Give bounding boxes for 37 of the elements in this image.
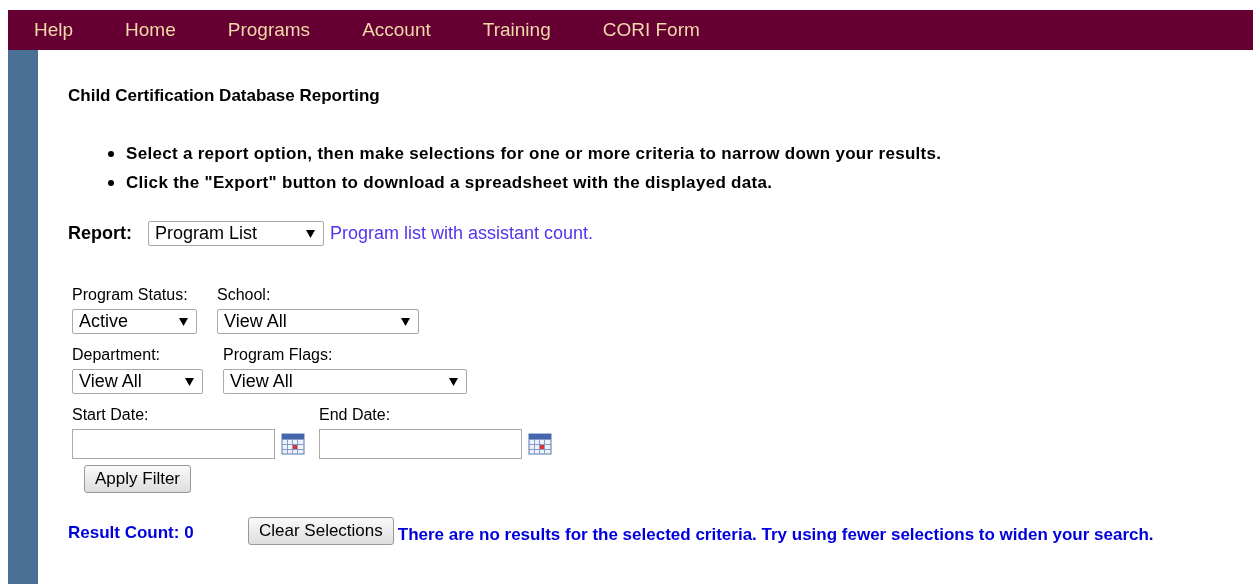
apply-filter-button[interactable]: Apply Filter [84, 465, 192, 493]
calendar-icon[interactable] [281, 433, 305, 455]
filter-label: Program Flags: [223, 346, 334, 364]
bullet-icon [108, 180, 114, 186]
nav-link[interactable]: Training [456, 19, 577, 41]
filter-label: School: [217, 286, 272, 304]
instruction-text: Select a report option, then make selections for one or more criteria to narrow down your results. [126, 144, 942, 164]
caret-icon [449, 377, 458, 386]
calendar-icon[interactable] [528, 433, 552, 455]
filter-label: Program Status: [72, 286, 189, 304]
nav-link[interactable]: CORI Form [576, 19, 726, 41]
page-title: Child Certification Database Reporting [68, 86, 381, 106]
no-results-message: There are no results for the selected criteria. Try using fewer selections to widen your search. [397, 524, 1155, 546]
date-field[interactable] [319, 429, 522, 459]
instruction-text: Click the "Export" button to download a spreadsheet with the displayed data. [126, 173, 773, 193]
caret-icon [306, 229, 315, 238]
caret-icon [401, 317, 410, 326]
filter-label: Department: [72, 346, 162, 364]
nav-link[interactable]: Help [8, 19, 100, 41]
report-description: Program list with assistant count. [330, 223, 594, 244]
report-label: Report: [68, 223, 132, 244]
caret-icon [179, 317, 188, 326]
result-count: Result Count: 0 [68, 523, 195, 543]
nav-link[interactable]: Programs [201, 19, 337, 41]
nav-link[interactable]: Account [336, 19, 457, 41]
filter-dropdown[interactable]: Active [72, 309, 197, 334]
report-dropdown[interactable]: Program List [148, 221, 324, 246]
date-label: Start Date: [72, 406, 150, 424]
caret-icon [185, 377, 194, 386]
date-field[interactable] [72, 429, 275, 459]
nav-link[interactable]: Home [99, 19, 202, 41]
filter-dropdown[interactable]: View All [72, 369, 203, 394]
filter-dropdown[interactable]: View All [223, 369, 467, 394]
filter-dropdown[interactable]: View All [217, 309, 419, 334]
date-label: End Date: [319, 406, 392, 424]
bullet-icon [108, 151, 114, 157]
clear-selections-button[interactable]: Clear Selections [248, 517, 394, 545]
